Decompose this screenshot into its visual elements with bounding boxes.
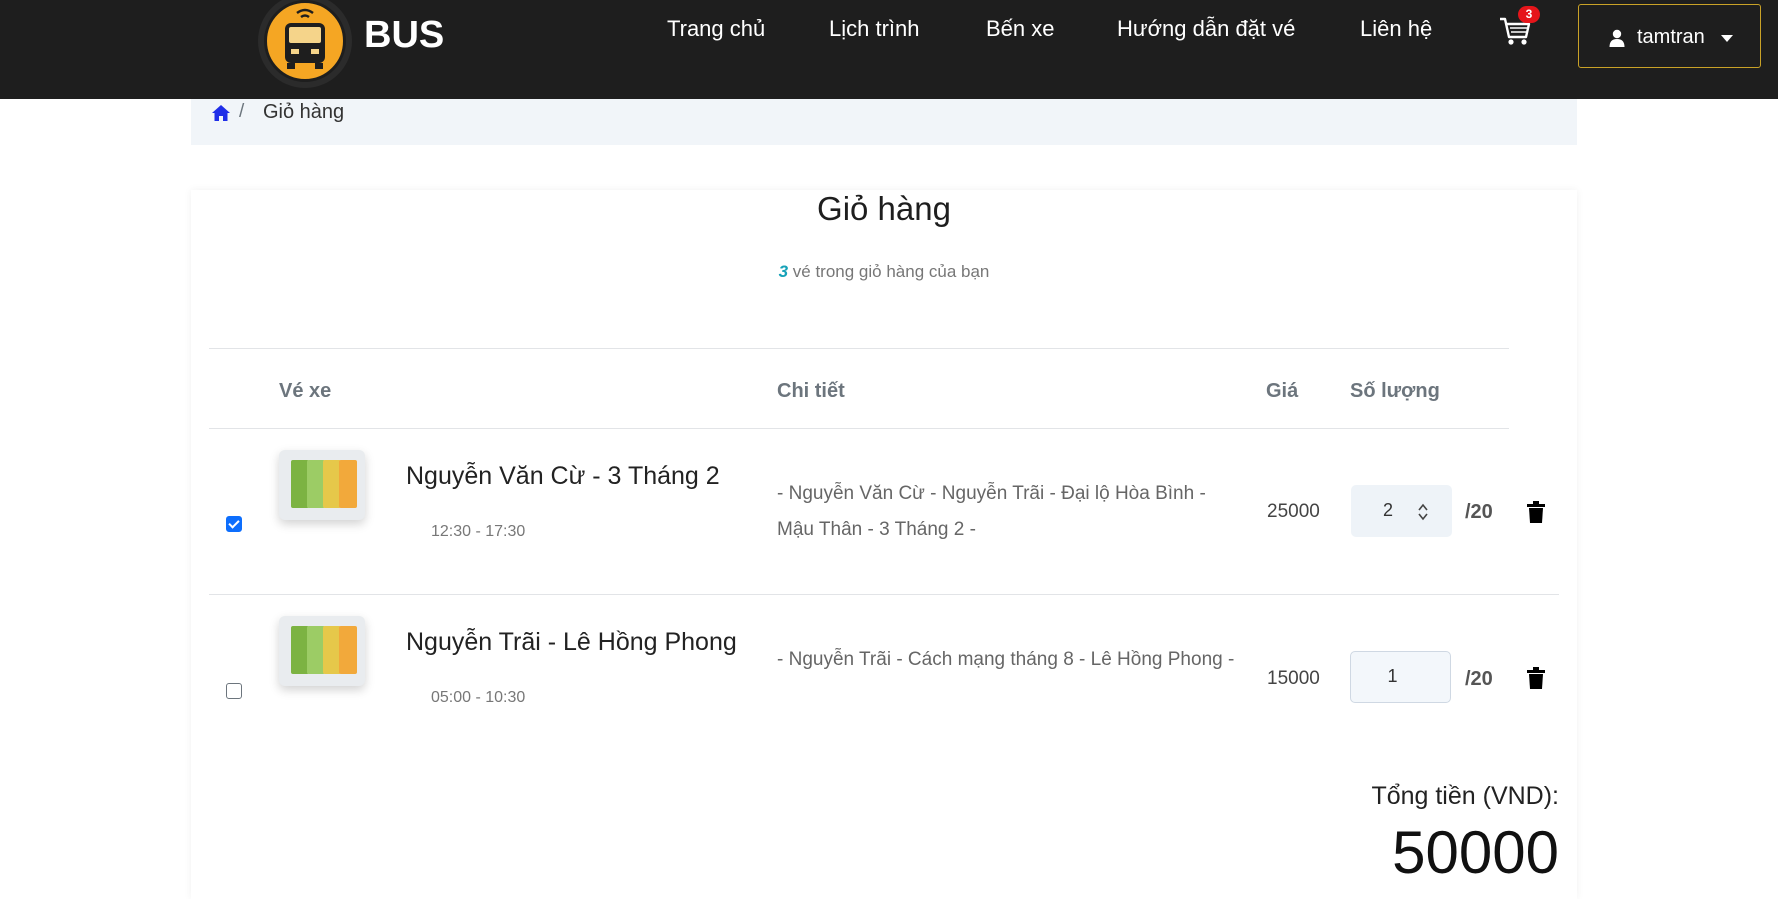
nav-guide[interactable]: Hướng dẫn đặt vé [1117,16,1295,42]
nav-schedule[interactable]: Lịch trình [829,16,920,42]
route-detail: - Nguyễn Trãi - Cách mạng tháng 8 - Lê H… [777,649,1235,670]
quantity-value: 1 [1387,666,1398,686]
breadcrumb: / Giỏ hàng [191,99,1577,145]
divider [209,428,1509,429]
spinner-icon[interactable] [1417,502,1429,522]
header-price: Giá [1266,380,1299,402]
divider [209,348,1509,349]
trash-icon[interactable] [1527,501,1545,523]
route-name[interactable]: Nguyễn Văn Cừ - 3 Tháng 2 [406,462,720,491]
quantity-max: /20 [1465,501,1493,523]
header-quantity: Số lượng [1350,380,1440,402]
header-ticket: Vé xe [279,380,332,402]
quantity-input[interactable]: 1 [1350,651,1451,703]
page-title: Giỏ hàng [817,190,951,227]
breadcrumb-separator: / [239,101,245,122]
quantity-stepper[interactable]: 2 [1351,485,1452,537]
cart-count-badge: 3 [1518,6,1540,23]
trash-icon[interactable] [1527,667,1545,689]
cart-summary-text: vé trong giỏ hàng của bạn [788,262,990,281]
total-value: 50000 [1392,819,1559,886]
navbar: BUS Trang chủ Lịch trình Bến xe Hướng dẫ… [0,0,1778,99]
total-label: Tổng tiền (VND): [1371,782,1559,810]
user-name: tamtran [1637,26,1705,48]
ticket-price: 15000 [1267,668,1320,689]
user-icon [1609,29,1625,47]
header-detail: Chi tiết [777,380,845,402]
nav-contact[interactable]: Liên hệ [1360,16,1432,42]
row-select-checkbox[interactable] [226,516,242,532]
route-time: 05:00 - 10:30 [431,689,526,706]
user-menu-button[interactable]: tamtran [1578,4,1761,68]
caret-down-icon [1721,35,1733,42]
quantity-max: /20 [1465,668,1493,690]
nav-stations[interactable]: Bến xe [986,16,1055,42]
ticket-thumbnail [279,450,365,520]
quantity-value: 2 [1382,500,1393,520]
bus-logo-icon[interactable] [258,0,352,88]
route-detail: - Nguyễn Văn Cừ - Nguyễn Trãi - Đại lộ H… [777,483,1206,540]
route-time: 12:30 - 17:30 [431,523,526,540]
ticket-thumbnail [279,616,365,686]
brand-name[interactable]: BUS [364,14,444,57]
route-name[interactable]: Nguyễn Trãi - Lê Hồng Phong [406,628,737,657]
home-icon[interactable] [211,104,231,122]
breadcrumb-current: Giỏ hàng [263,101,345,123]
cart-summary: 3 vé trong giỏ hàng của bạn [191,262,1577,282]
cart-item-count: 3 [778,262,789,281]
row-select-checkbox[interactable] [226,683,242,699]
divider [209,594,1559,595]
cart-card: Giỏ hàng 3 vé trong giỏ hàng của bạn Vé … [191,190,1577,899]
nav-home[interactable]: Trang chủ [667,16,765,42]
